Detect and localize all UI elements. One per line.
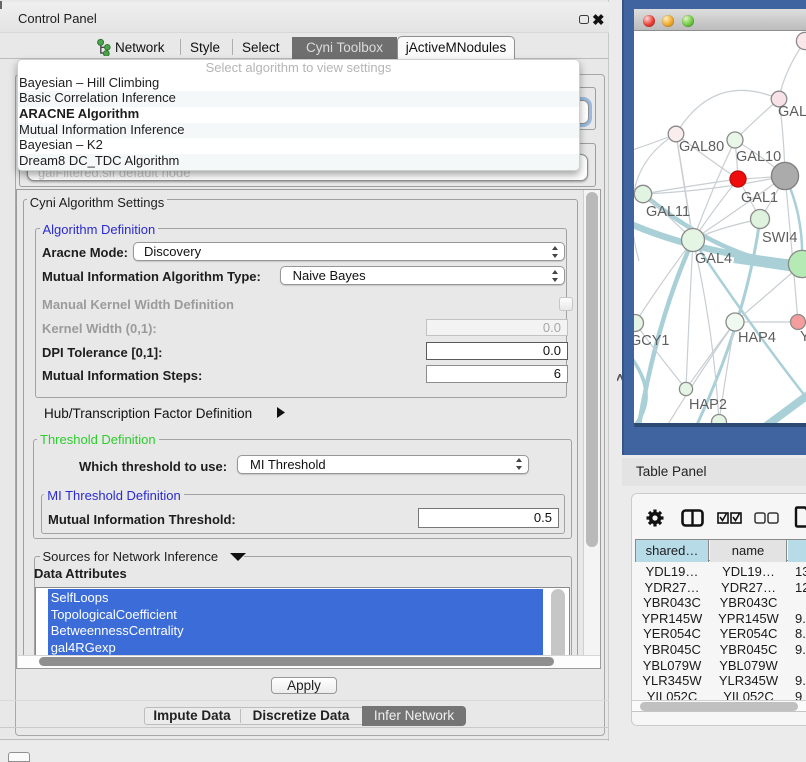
svg-text:SWI4: SWI4 bbox=[762, 230, 797, 246]
svg-text:Y: Y bbox=[800, 329, 806, 345]
svg-text:GCY1: GCY1 bbox=[634, 333, 670, 349]
svg-text:HAP2: HAP2 bbox=[689, 397, 727, 413]
svg-text:GAL4: GAL4 bbox=[695, 251, 732, 267]
svg-text:GAL11: GAL11 bbox=[646, 204, 690, 220]
svg-text:GAL10: GAL10 bbox=[736, 149, 781, 165]
svg-text:HAP4: HAP4 bbox=[738, 330, 776, 346]
svg-text:GAL1: GAL1 bbox=[741, 190, 778, 206]
svg-text:GAL8: GAL8 bbox=[778, 104, 806, 120]
svg-text:GAL80: GAL80 bbox=[679, 139, 724, 155]
